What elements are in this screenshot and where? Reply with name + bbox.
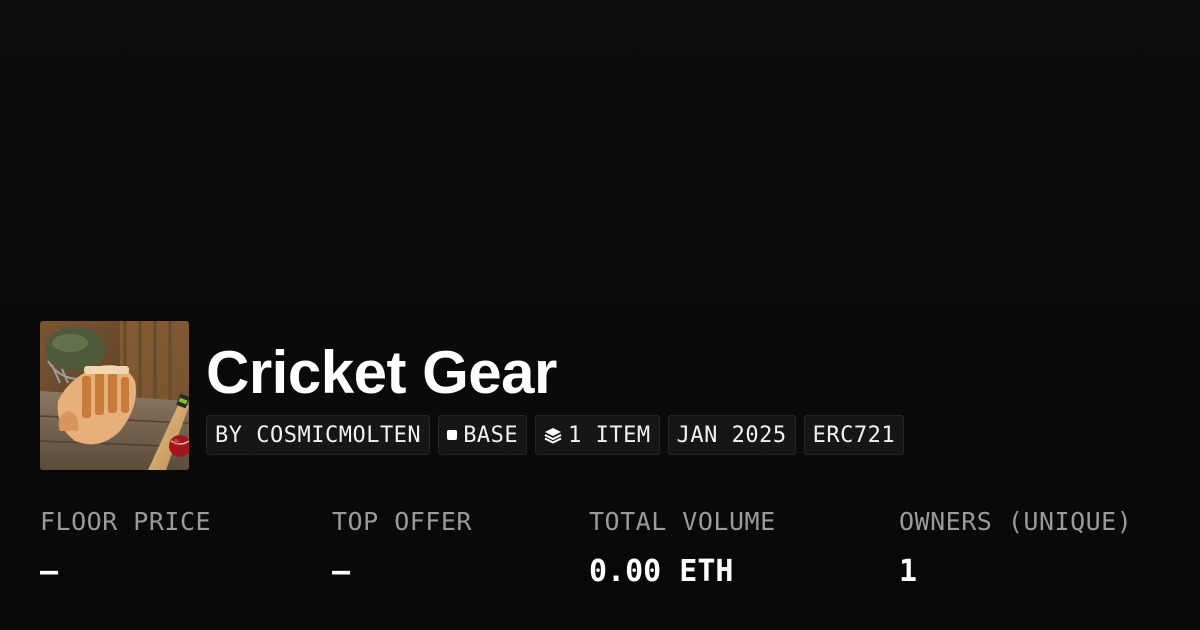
stat-owners: OWNERS (UNIQUE) 1	[899, 506, 1132, 589]
stat-label: OWNERS (UNIQUE)	[899, 507, 1133, 536]
stat-total-volume: TOTAL VOLUME 0.00 ETH	[589, 506, 776, 589]
stat-top-offer: TOP OFFER —	[332, 506, 472, 589]
square-icon	[447, 430, 458, 440]
collection-card: Cricket Gear BY COSMICMOLTEN BASE 1 ITEM…	[0, 0, 1200, 630]
stat-label: TOTAL VOLUME	[589, 507, 776, 536]
creator-tag[interactable]: BY COSMICMOLTEN	[206, 415, 431, 455]
items-tag: 1 ITEM	[535, 415, 660, 455]
stat-value: 1	[899, 554, 918, 589]
chain-label: BASE	[463, 422, 519, 448]
standard-label: ERC721	[812, 422, 896, 448]
stat-floor-price: FLOOR PRICE —	[40, 506, 211, 589]
stat-value: —	[332, 554, 351, 589]
date-label: JAN 2025	[676, 422, 787, 448]
date-tag: JAN 2025	[667, 415, 796, 455]
stat-label: FLOOR PRICE	[40, 507, 212, 536]
stat-value: —	[40, 554, 59, 589]
collection-tags: BY COSMICMOLTEN BASE 1 ITEM JAN 2025 ERC…	[206, 415, 905, 455]
items-label: 1 ITEM	[568, 422, 651, 448]
collection-thumbnail	[40, 321, 189, 470]
creator-label: BY COSMICMOLTEN	[215, 422, 422, 448]
stat-label: TOP OFFER	[332, 507, 472, 536]
stat-value: 0.00 ETH	[589, 554, 734, 589]
cricket-gear-image	[40, 321, 189, 470]
collection-title: Cricket Gear	[206, 339, 557, 406]
chain-tag[interactable]: BASE	[438, 415, 528, 455]
layers-icon	[544, 428, 562, 444]
standard-tag: ERC721	[803, 415, 905, 455]
